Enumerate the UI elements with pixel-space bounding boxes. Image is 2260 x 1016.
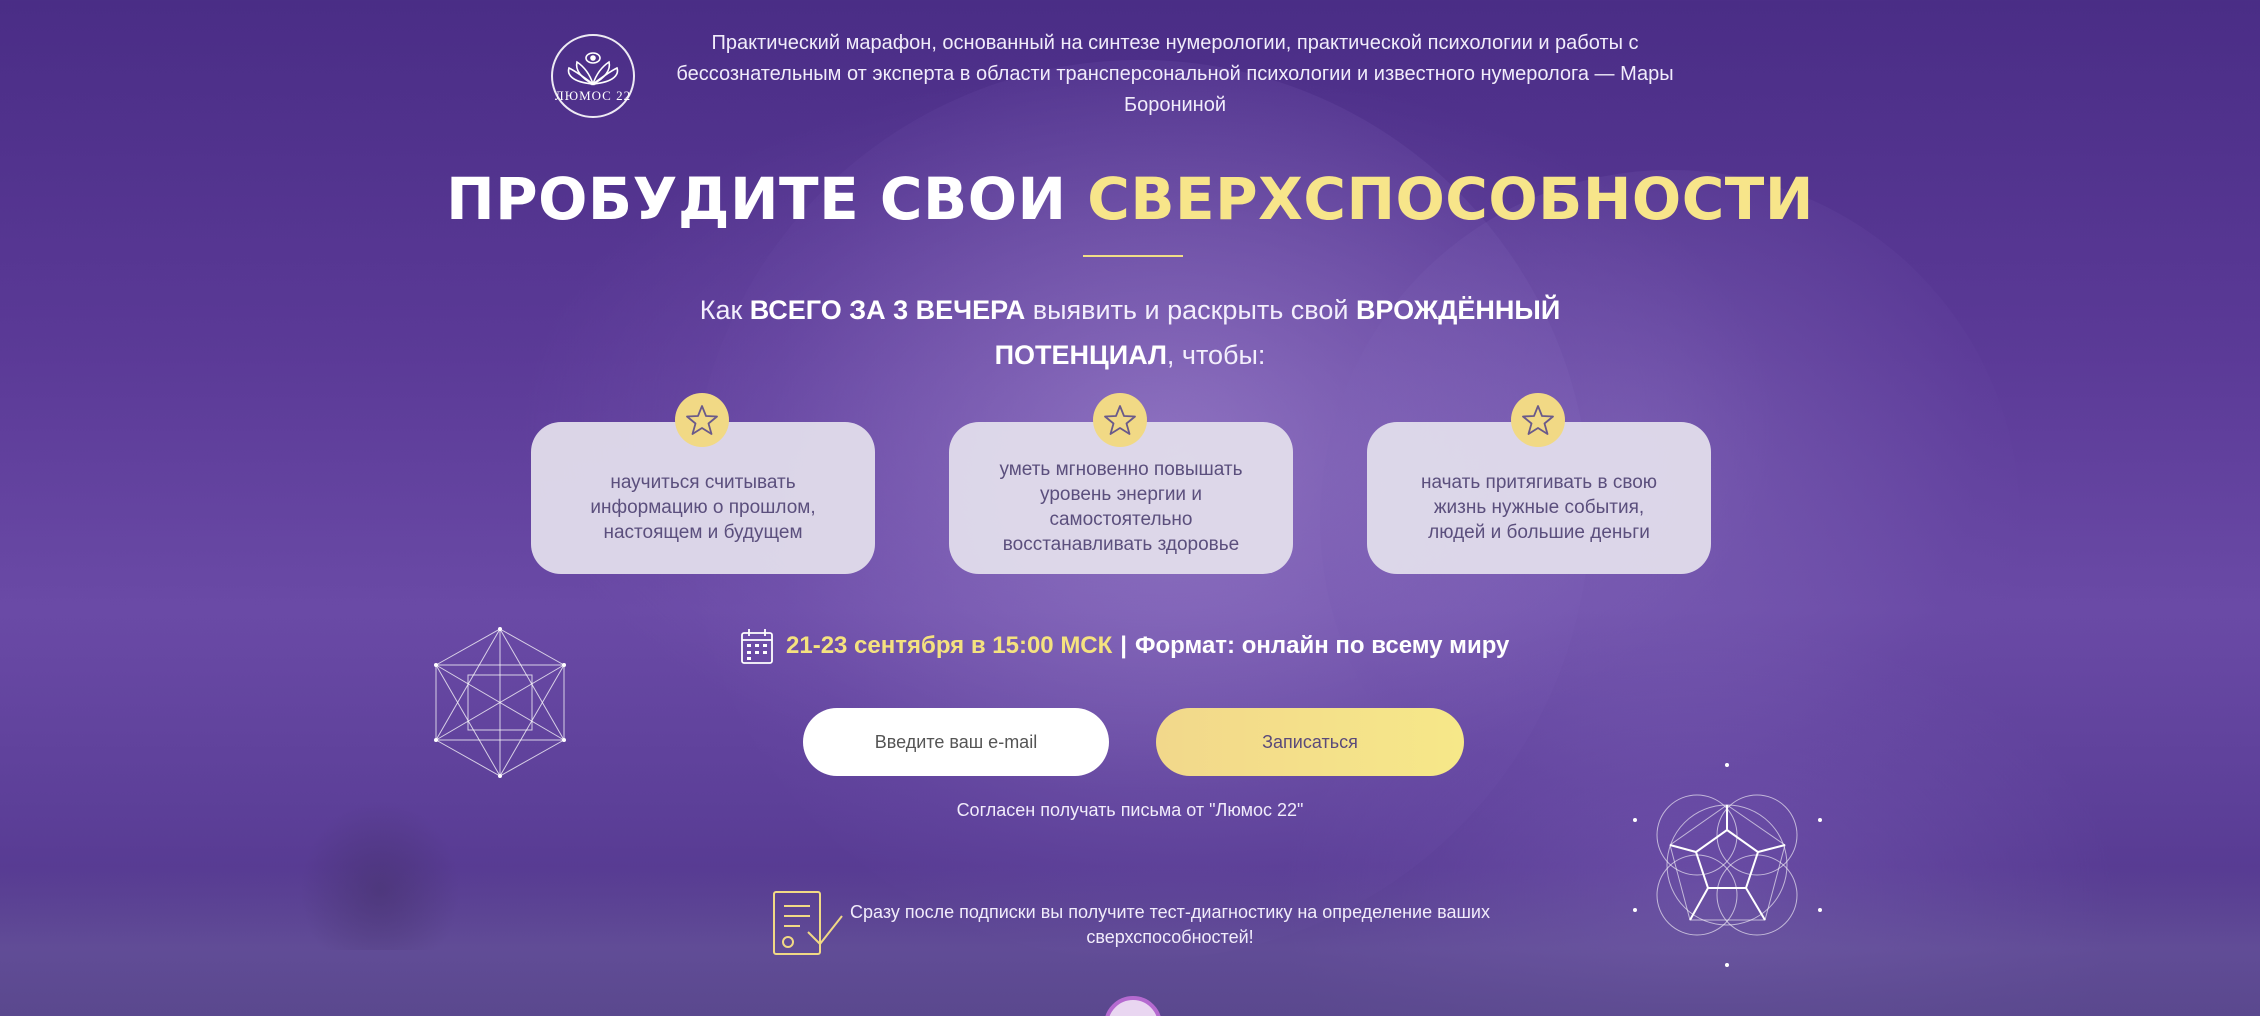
page-title: ПРОБУДИТЕ СВОИ СВЕРХСПОСОБНОСТИ xyxy=(0,165,2260,233)
benefit-text: научиться считывать информацию о прошлом… xyxy=(590,471,816,543)
subheadline: Как ВСЕГО ЗА 3 ВЕЧЕРА выявить и раскрыть… xyxy=(650,288,1610,378)
title-divider xyxy=(1083,255,1183,257)
sacred-geometry-left-icon xyxy=(434,627,566,778)
benefit-text: уметь мгновенно повышать уровень энергии… xyxy=(999,459,1243,555)
consent-text: Согласен получать письма от "Люмос 22" xyxy=(956,800,1304,820)
subheadline-bold-1: ВСЕГО ЗА 3 ВЕЧЕРА xyxy=(749,295,1026,325)
star-icon xyxy=(675,393,729,447)
sacred-geometry-right-icon xyxy=(1633,763,1822,967)
subheadline-text-2: выявить и раскрыть свой xyxy=(1025,295,1356,325)
subheadline-text-1: Как xyxy=(699,295,750,325)
calendar-icon xyxy=(741,629,773,664)
star-icon xyxy=(1093,393,1147,447)
benefit-text: начать притягивать в свою жизнь нужные с… xyxy=(1420,471,1658,543)
logo-text: ЛЮМОС 22 xyxy=(554,88,632,103)
star-icon xyxy=(1511,393,1565,447)
subscribe-button[interactable]: Записаться xyxy=(1156,708,1464,776)
title-part-highlight: СВЕРХСПОСОБНОСТИ xyxy=(1087,165,1814,233)
title-part-white: ПРОБУДИТЕ СВОИ xyxy=(446,165,1067,233)
event-info: 21-23 сентября в 15:00 МСК | Формат: онл… xyxy=(740,626,1509,666)
lumos-logo[interactable]: ЛЮМОС 22 xyxy=(551,34,635,118)
subheadline-text-3: , чтобы: xyxy=(1166,340,1266,370)
lotus-eye-icon xyxy=(567,52,619,86)
event-format: Формат: онлайн по всему миру xyxy=(1135,632,1510,659)
event-separator: | xyxy=(1120,632,1128,659)
intro-text: Практический марафон, основанный на синт… xyxy=(676,32,1674,116)
bonus-text: Сразу после подписки вы получите тест-ди… xyxy=(850,902,1490,947)
email-input[interactable] xyxy=(803,708,1109,776)
certificate-icon xyxy=(773,891,843,955)
event-date: 21-23 сентября в 15:00 МСК xyxy=(786,632,1113,659)
tree-silhouette xyxy=(300,800,460,950)
